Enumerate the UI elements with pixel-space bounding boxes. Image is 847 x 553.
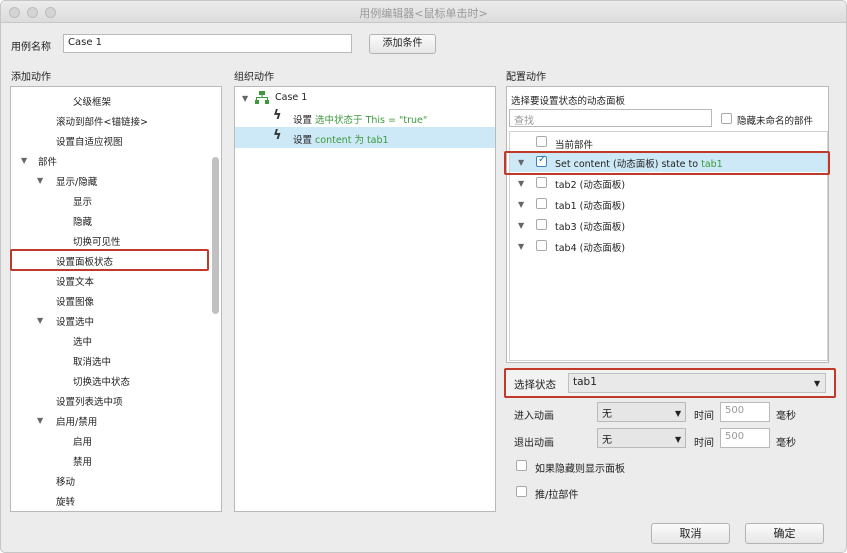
case-editor-window: 用例编辑器<鼠标单击时> 用例名称 Case 1 添加条件 添加动作 组织动作 … xyxy=(0,0,847,553)
case-tree-icon xyxy=(255,91,269,104)
action-item[interactable]: 父级框架 xyxy=(73,94,111,108)
add-action-header: 添加动作 xyxy=(11,72,51,83)
panel-checkbox[interactable] xyxy=(536,219,547,230)
dropdown-arrow-icon[interactable]: ▼ xyxy=(675,409,681,418)
expand-arrow-icon[interactable]: ▼ xyxy=(37,416,43,425)
expand-arrow-icon[interactable]: ▼ xyxy=(37,176,43,185)
case-name-label: 用例名称 xyxy=(11,42,51,53)
current-widget-checkbox[interactable] xyxy=(536,136,547,147)
action-item[interactable]: 切换选中状态 xyxy=(73,374,130,388)
expand-arrow-icon[interactable]: ▼ xyxy=(518,179,524,188)
dropdown-arrow-icon[interactable]: ▼ xyxy=(675,435,681,444)
action-target: 选中状态于 This = "true" xyxy=(315,115,428,126)
search-input[interactable]: 查找 xyxy=(509,109,712,127)
case-node-label[interactable]: Case 1 xyxy=(275,92,307,103)
expand-arrow-icon[interactable]: ▼ xyxy=(242,94,248,103)
action-group[interactable]: 启用/禁用 xyxy=(56,414,97,428)
action-item[interactable]: 设置自适应视图 xyxy=(56,134,123,148)
ms-label: 毫秒 xyxy=(776,438,796,449)
exit-anim-label: 退出动画 xyxy=(514,438,554,449)
action-item[interactable]: 移动 xyxy=(56,474,75,488)
enter-anim-dropdown[interactable]: 无 xyxy=(597,402,686,422)
enter-time-input[interactable]: 500 xyxy=(720,402,770,422)
add-action-panel: 父级框架 滚动到部件<锚链接> 设置自适应视图 ▼ 部件 ▼ 显示/隐藏 显示 … xyxy=(10,86,222,512)
configure-action-header: 配置动作 xyxy=(506,72,546,83)
exit-anim-dropdown[interactable]: 无 xyxy=(597,428,686,448)
action-item[interactable]: 设置文本 xyxy=(56,274,94,288)
panel-item[interactable]: tab2 (动态面板) xyxy=(555,177,625,191)
action-item[interactable]: 禁用 xyxy=(73,454,92,468)
add-condition-button[interactable]: 添加条件 xyxy=(369,34,436,54)
action-item[interactable]: 切换可见性 xyxy=(73,234,121,248)
organize-action-header: 组织动作 xyxy=(234,72,274,83)
action-item[interactable]: 设置列表选中项 xyxy=(56,394,123,408)
action-item[interactable]: 隐藏 xyxy=(73,214,92,228)
action-prefix: 设置 xyxy=(293,135,313,146)
action-item[interactable]: 滚动到部件<锚链接> xyxy=(56,114,148,128)
ok-button[interactable]: 确定 xyxy=(745,523,824,544)
expand-arrow-icon[interactable]: ▼ xyxy=(37,316,43,325)
highlight-frame xyxy=(10,249,209,271)
ms-label: 毫秒 xyxy=(776,411,796,422)
hide-unnamed-checkbox[interactable] xyxy=(721,113,732,124)
hide-unnamed-label: 隐藏未命名的部件 xyxy=(737,116,814,127)
organized-action[interactable]: 设置 content 为 tab1 xyxy=(293,132,389,146)
cancel-button[interactable]: 取消 xyxy=(651,523,730,544)
current-widget-label: 当前部件 xyxy=(555,140,594,151)
action-prefix: 设置 xyxy=(293,115,313,126)
action-bolt-icon: ϟ xyxy=(273,108,282,123)
organize-action-panel: ▼ Case 1 ϟ 设置 选中状态于 This = "true" ϟ 设置 c… xyxy=(234,86,496,512)
left-scrollbar[interactable] xyxy=(212,157,219,314)
highlight-frame xyxy=(504,368,836,398)
action-group[interactable]: 部件 xyxy=(38,154,57,168)
expand-arrow-icon[interactable]: ▼ xyxy=(518,221,524,230)
action-item[interactable]: 取消选中 xyxy=(73,354,111,368)
push-pull-checkbox[interactable] xyxy=(516,486,527,497)
action-item[interactable]: 显示 xyxy=(73,194,92,208)
action-target: content 为 tab1 xyxy=(315,135,389,146)
show-if-hidden-label: 如果隐藏则显示面板 xyxy=(535,464,625,475)
panel-item[interactable]: tab4 (动态面板) xyxy=(555,240,625,254)
panel-checkbox[interactable] xyxy=(536,240,547,251)
action-group[interactable]: 设置选中 xyxy=(56,314,94,328)
panel-item[interactable]: tab1 (动态面板) xyxy=(555,198,625,212)
exit-time-input[interactable]: 500 xyxy=(720,428,770,448)
panel-checkbox[interactable] xyxy=(536,177,547,188)
panel-selector-box: 选择要设置状态的动态面板 查找 隐藏未命名的部件 当前部件 ▼ ✓ Set co… xyxy=(506,86,829,363)
action-item[interactable]: 启用 xyxy=(73,434,92,448)
action-item[interactable]: 选中 xyxy=(73,334,92,348)
push-pull-label: 推/拉部件 xyxy=(535,490,579,501)
action-bolt-icon: ϟ xyxy=(273,128,282,143)
expand-arrow-icon[interactable]: ▼ xyxy=(518,200,524,209)
enter-anim-label: 进入动画 xyxy=(514,411,554,422)
panel-checkbox[interactable] xyxy=(536,198,547,209)
window-title: 用例编辑器<鼠标单击时> xyxy=(359,7,488,20)
panel-selector-subheader: 选择要设置状态的动态面板 xyxy=(511,96,626,107)
expand-arrow-icon[interactable]: ▼ xyxy=(21,156,27,165)
action-item[interactable]: 旋转 xyxy=(56,494,75,508)
time-label: 时间 xyxy=(694,411,714,422)
action-item[interactable]: 设置图像 xyxy=(56,294,94,308)
time-label: 时间 xyxy=(694,438,714,449)
organized-action[interactable]: 设置 选中状态于 This = "true" xyxy=(293,112,427,126)
action-group[interactable]: 显示/隐藏 xyxy=(56,174,97,188)
show-if-hidden-checkbox[interactable] xyxy=(516,460,527,471)
title-bar: 用例编辑器<鼠标单击时> xyxy=(1,1,846,23)
expand-arrow-icon[interactable]: ▼ xyxy=(518,242,524,251)
case-name-input[interactable]: Case 1 xyxy=(63,34,352,53)
panel-item[interactable]: tab3 (动态面板) xyxy=(555,219,625,233)
highlight-frame xyxy=(504,151,830,175)
